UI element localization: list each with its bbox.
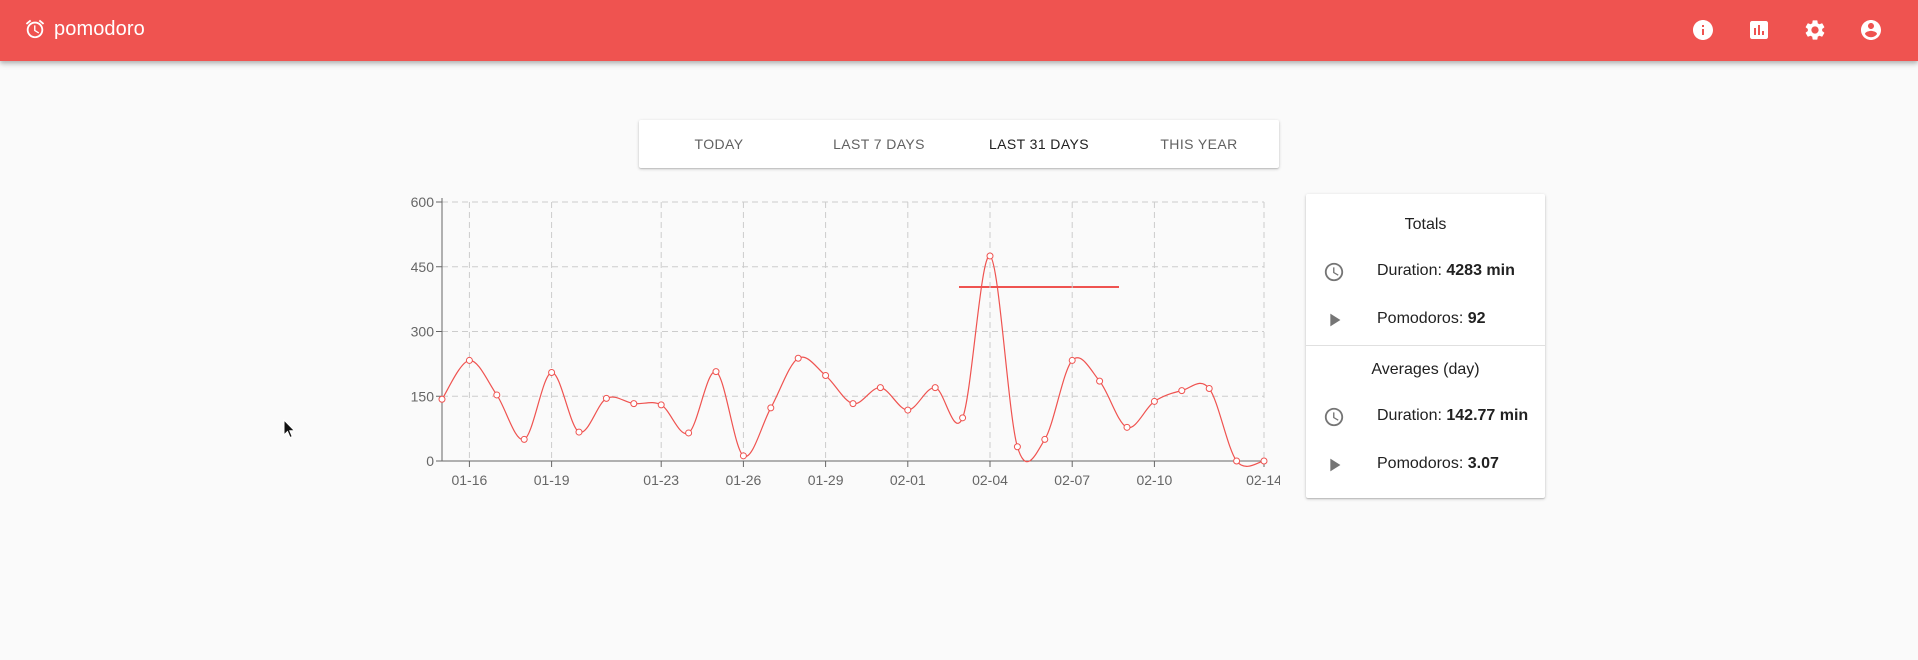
app-bar: pomodoro — [0, 0, 1918, 61]
data-point — [1041, 435, 1049, 443]
data-point — [794, 354, 802, 362]
data-point — [630, 400, 638, 408]
data-point — [849, 400, 857, 408]
data-point — [767, 404, 775, 412]
y-tick-label: 150 — [411, 388, 435, 404]
x-tick-label: 02-04 — [972, 472, 1008, 488]
averages-pomodoros-label: Pomodoros: — [1377, 455, 1468, 472]
totals-duration-value: 4283 min — [1446, 262, 1515, 279]
data-point — [1178, 387, 1186, 395]
tab-this-year[interactable]: THIS YEAR — [1119, 120, 1279, 168]
x-tick-label: 02-07 — [1054, 472, 1090, 488]
play-icon — [1322, 453, 1346, 477]
data-point — [657, 401, 665, 409]
data-point — [1123, 423, 1131, 431]
clock-icon — [1322, 405, 1346, 429]
totals-pomodoros-row: Pomodoros: 92 — [1306, 296, 1545, 344]
x-tick-label: 01-26 — [725, 472, 761, 488]
data-point — [575, 428, 583, 436]
data-point — [1205, 384, 1213, 392]
x-tick-label: 02-10 — [1136, 472, 1172, 488]
data-point — [493, 391, 501, 399]
tab-last-31-days[interactable]: LAST 31 DAYS — [959, 120, 1119, 168]
data-point — [1013, 443, 1021, 451]
x-tick-label: 01-19 — [534, 472, 570, 488]
data-point — [904, 406, 912, 414]
gear-icon[interactable] — [1799, 14, 1831, 46]
totals-duration-row: Duration: 4283 min — [1306, 248, 1545, 296]
data-point — [1068, 356, 1076, 364]
averages-duration-value: 142.77 min — [1446, 407, 1529, 424]
line-chart: 0 150 300 450 600 01-16 01-19 01-23 01-26 01-29 02… — [411, 194, 1282, 488]
averages-heading: Averages (day) — [1371, 361, 1480, 378]
info-icon[interactable] — [1687, 14, 1719, 46]
data-point — [1233, 457, 1241, 465]
data-point — [465, 356, 473, 364]
data-point — [602, 394, 610, 402]
y-tick-label: 600 — [411, 194, 435, 210]
stats-chart: 0 150 300 450 600 01-16 01-19 01-23 01-26 01-29 02… — [400, 190, 1282, 500]
data-point — [1096, 377, 1104, 385]
data-point — [1260, 457, 1268, 465]
account-circle-icon[interactable] — [1855, 14, 1887, 46]
data-point — [1150, 397, 1158, 405]
y-tick-label: 0 — [426, 453, 434, 469]
x-tick-label: 01-29 — [808, 472, 844, 488]
averages-duration-row: Duration: 142.77 min — [1306, 393, 1545, 441]
data-point — [959, 414, 967, 422]
x-tick-label: 02-14 — [1246, 472, 1280, 488]
data-point — [739, 452, 747, 460]
x-tick-label: 02-01 — [890, 472, 926, 488]
data-point — [520, 435, 528, 443]
data-point — [822, 372, 830, 380]
data-point — [685, 429, 693, 437]
totals-pomodoros-value: 92 — [1467, 310, 1486, 327]
bar-chart-icon[interactable] — [1743, 14, 1775, 46]
card-divider — [1306, 345, 1545, 346]
stats-summary-card: Totals Duration: 4283 min Pomodoros: 92 … — [1306, 194, 1545, 498]
series-line — [441, 255, 1265, 467]
totals-duration-label: Duration: — [1377, 262, 1447, 279]
y-tick-label: 450 — [411, 259, 435, 275]
data-point — [438, 395, 446, 403]
tab-last-7-days[interactable]: LAST 7 DAYS — [799, 120, 959, 168]
data-point — [548, 369, 556, 377]
y-tick-label: 300 — [411, 324, 435, 340]
brand[interactable]: pomodoro — [24, 16, 145, 42]
averages-pomodoros-value: 3.07 — [1467, 455, 1499, 472]
alarm-clock-icon — [24, 18, 46, 40]
data-point — [712, 368, 720, 376]
play-icon — [1322, 308, 1346, 332]
tab-today[interactable]: TODAY — [639, 120, 799, 168]
clock-icon — [1322, 260, 1346, 284]
period-tabs: TODAY LAST 7 DAYS LAST 31 DAYS THIS YEAR — [639, 120, 1279, 288]
averages-duration-label: Duration: — [1377, 407, 1447, 424]
mouse-cursor-icon — [283, 418, 297, 444]
app-title: pomodoro — [54, 17, 145, 40]
data-point — [931, 384, 939, 392]
data-point — [876, 384, 884, 392]
x-tick-label: 01-23 — [643, 472, 679, 488]
averages-pomodoros-row: Pomodoros: 3.07 — [1306, 441, 1545, 489]
totals-heading: Totals — [1404, 216, 1447, 233]
totals-pomodoros-label: Pomodoros: — [1377, 310, 1468, 327]
x-tick-label: 01-16 — [451, 472, 487, 488]
data-point — [986, 252, 994, 260]
